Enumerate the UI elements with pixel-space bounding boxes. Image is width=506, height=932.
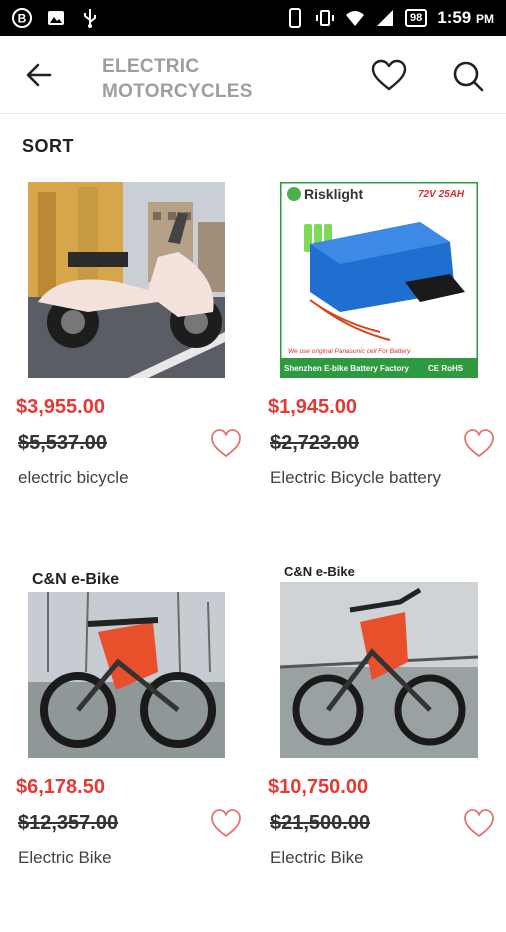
svg-text:C&N e-Bike: C&N e-Bike: [32, 571, 119, 588]
wifi-icon: [345, 11, 364, 26]
heart-icon[interactable]: [209, 428, 243, 458]
product-image[interactable]: C&N e-Bike: [280, 562, 478, 758]
product-name: Electric Bike: [270, 848, 364, 867]
product-price: $1,945.00: [268, 396, 357, 418]
heart-icon[interactable]: [462, 428, 496, 458]
b-notification-icon: B: [12, 8, 32, 28]
product-card[interactable]: Risklight 72V 25AH We use original Panas…: [268, 182, 498, 552]
phone-icon: [288, 8, 301, 28]
product-price: $6,178.50: [16, 776, 105, 798]
product-name: electric bicycle: [18, 468, 129, 487]
sort-button[interactable]: SORT: [22, 136, 74, 157]
svg-text:Risklight: Risklight: [304, 186, 363, 202]
vibrate-icon: [315, 10, 334, 26]
product-price: $10,750.00: [268, 776, 369, 798]
search-icon[interactable]: [450, 58, 486, 94]
signal-icon: [376, 10, 393, 26]
product-old-price: $21,500.00: [270, 812, 371, 834]
clock: 1:59 PM: [437, 8, 494, 27]
product-price: $3,955.00: [16, 396, 105, 418]
svg-text:C&N e-Bike: C&N e-Bike: [284, 564, 355, 579]
usb-icon: [84, 9, 96, 28]
page-title: ELECTRIC MOTORCYCLES: [102, 56, 253, 102]
image-notification-icon: [48, 11, 64, 25]
product-old-price: $2,723.00: [270, 432, 359, 454]
favorites-heart-icon[interactable]: [370, 58, 408, 92]
product-card[interactable]: C&N e-Bike $6,178.50 $12,357.00 Electric…: [16, 562, 246, 932]
svg-text:CE RoHS: CE RoHS: [428, 364, 464, 373]
svg-text:We use original Panasonic cell: We use original Panasonic cell For Batte…: [288, 348, 411, 355]
svg-text:Shenzhen E-bike Battery Factor: Shenzhen E-bike Battery Factory: [284, 364, 409, 373]
product-card[interactable]: $3,955.00 $5,537.00 electric bicycle: [16, 182, 246, 552]
product-card[interactable]: C&N e-Bike $10,750.00 $21,500.00 Electri…: [268, 562, 498, 932]
svg-text:72V 25AH: 72V 25AH: [418, 189, 465, 200]
product-old-price: $12,357.00: [18, 812, 119, 834]
heart-icon[interactable]: [209, 808, 243, 838]
sort-bar: SORT: [0, 114, 506, 174]
app-bar: ELECTRIC MOTORCYCLES: [0, 36, 506, 114]
product-image[interactable]: Risklight 72V 25AH We use original Panas…: [280, 182, 478, 378]
back-arrow-icon[interactable]: [22, 58, 56, 92]
svg-text:B: B: [18, 12, 27, 26]
product-old-price: $5,537.00: [18, 432, 107, 454]
product-name: Electric Bicycle battery: [270, 468, 441, 487]
status-bar: B 98 1:59 PM: [0, 0, 506, 36]
product-image[interactable]: [28, 182, 225, 378]
product-image[interactable]: C&N e-Bike: [28, 562, 225, 758]
battery-level: 98: [404, 9, 428, 27]
heart-icon[interactable]: [462, 808, 496, 838]
product-name: Electric Bike: [18, 848, 112, 867]
